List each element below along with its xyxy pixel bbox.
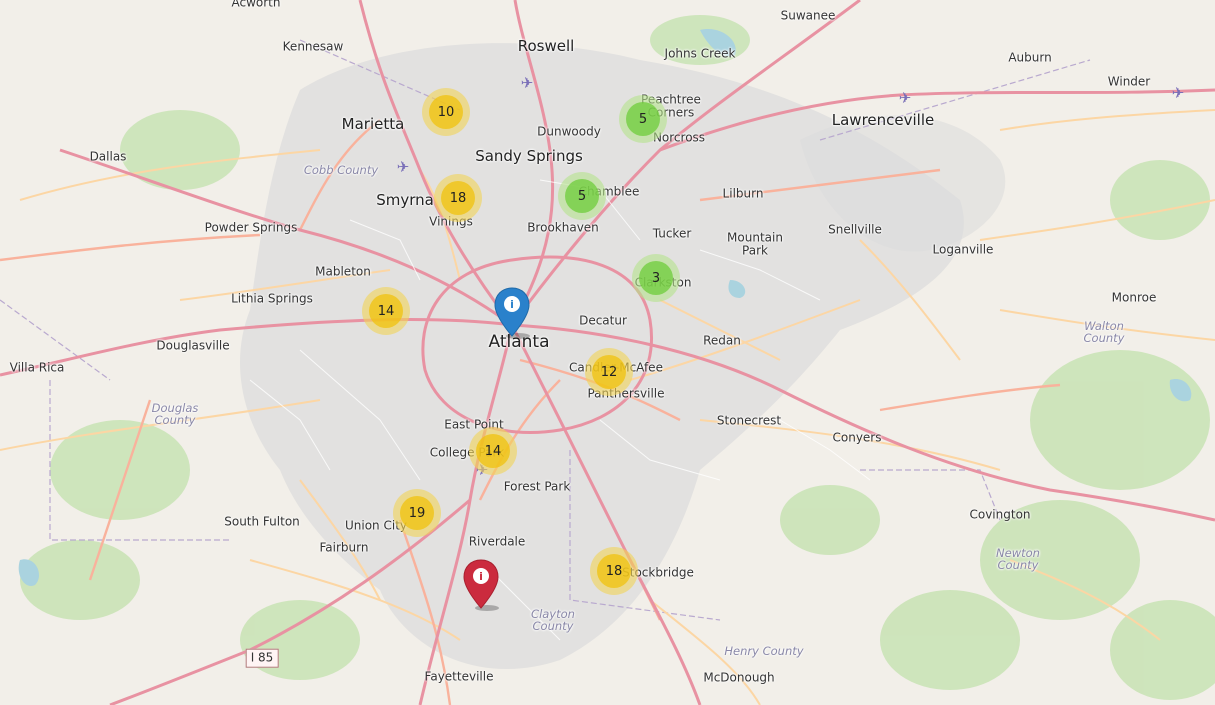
- cluster-count: 10: [429, 95, 463, 129]
- marker-cluster[interactable]: 19: [393, 489, 441, 537]
- marker-cluster[interactable]: 18: [590, 547, 638, 595]
- airplane-icon: ✈: [520, 74, 534, 92]
- cluster-count: 3: [639, 261, 673, 295]
- info-icon: i: [510, 298, 514, 311]
- info-icon: i: [479, 570, 483, 583]
- map-marker-red[interactable]: i: [461, 558, 501, 612]
- airplane-icon: ✈: [898, 89, 912, 107]
- cluster-count: 18: [597, 554, 631, 588]
- airplane-icon: ✈: [396, 158, 410, 176]
- cluster-count: 12: [592, 355, 626, 389]
- airplane-icon: ✈: [1171, 84, 1185, 102]
- cluster-count: 14: [369, 294, 403, 328]
- cluster-count: 14: [476, 434, 510, 468]
- marker-cluster[interactable]: 12: [585, 348, 633, 396]
- map[interactable]: Acworth Kennesaw Roswell Suwanee Johns C…: [0, 0, 1215, 705]
- marker-cluster[interactable]: 5: [619, 95, 667, 143]
- cluster-count: 19: [400, 496, 434, 530]
- marker-cluster[interactable]: 14: [362, 287, 410, 335]
- marker-cluster[interactable]: 14: [469, 427, 517, 475]
- cluster-count: 5: [626, 102, 660, 136]
- cluster-count: 18: [441, 181, 475, 215]
- map-marker-blue[interactable]: i: [492, 286, 532, 340]
- marker-cluster[interactable]: 18: [434, 174, 482, 222]
- marker-cluster[interactable]: 3: [632, 254, 680, 302]
- cluster-count: 5: [565, 179, 599, 213]
- marker-cluster[interactable]: 10: [422, 88, 470, 136]
- marker-cluster[interactable]: 5: [558, 172, 606, 220]
